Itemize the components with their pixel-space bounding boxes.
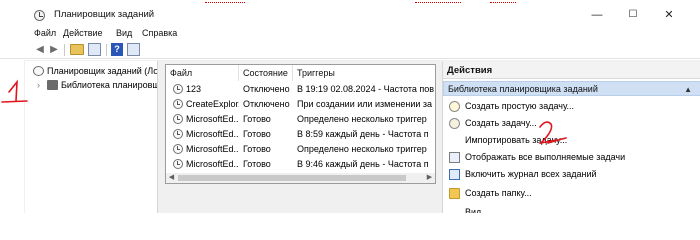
task-clock-icon: [173, 159, 183, 169]
folder-icon: [47, 80, 58, 90]
tree-item-library[interactable]: › Библиотека планировщ: [25, 78, 158, 92]
task-trigger: В 9:46 каждый день - Частота п: [297, 159, 429, 169]
section-label: Библиотека планировщика заданий: [448, 84, 598, 94]
task-list-icon: [449, 152, 460, 163]
table-row[interactable]: MicrosoftEd... Готово В 8:59 каждый день…: [166, 127, 435, 142]
maximize-button[interactable]: ☐: [622, 7, 644, 23]
scroll-right-icon[interactable]: ▶: [424, 173, 435, 183]
action-label: Импортировать задачу...: [465, 135, 568, 145]
task-name: MicrosoftEd...: [186, 114, 239, 124]
menu-action[interactable]: Действие: [63, 28, 103, 38]
console-tree: Планировщик заданий (Лок › Библиотека пл…: [25, 61, 158, 213]
minimize-button[interactable]: —: [586, 7, 608, 23]
table-row[interactable]: CreateExplor... Отключено При создании и…: [166, 97, 435, 112]
task-list: Файл Состояние Триггеры 123 Отключено В …: [165, 64, 436, 184]
task-name: MicrosoftEd...: [186, 144, 239, 154]
actions-pane: Действия Библиотека планировщика заданий…: [442, 62, 700, 213]
spellcheck-mark: [490, 0, 516, 3]
spellcheck-mark: [415, 0, 461, 3]
action-import-task[interactable]: Импортировать задачу...: [443, 133, 700, 148]
task-state: Готово: [243, 159, 271, 169]
window-title: Планировщик заданий: [54, 9, 155, 20]
menu-help[interactable]: Справка: [142, 28, 177, 38]
back-arrow-icon[interactable]: ◀: [33, 43, 47, 56]
title-bar: Планировщик заданий — ☐ ✕: [0, 4, 700, 24]
horizontal-scrollbar[interactable]: ◀ ▶: [165, 173, 436, 184]
tree-item-root[interactable]: Планировщик заданий (Лок: [25, 64, 158, 78]
scroll-left-icon[interactable]: ◀: [166, 173, 177, 183]
folder-up-icon[interactable]: [70, 44, 84, 55]
actions-section-library[interactable]: Библиотека планировщика заданий ▲: [443, 81, 700, 96]
action-label: Создать папку...: [465, 188, 532, 198]
toolbar: ◀ ▶ ?: [0, 41, 700, 59]
column-header-name[interactable]: Файл: [166, 65, 239, 81]
menu-file[interactable]: Файл: [34, 28, 56, 38]
task-clock-icon: [173, 114, 183, 124]
task-state: Готово: [243, 144, 271, 154]
clock-star-icon: [449, 101, 460, 112]
task-state: Готово: [243, 114, 271, 124]
action-label: Создать задачу...: [465, 118, 537, 128]
task-name: MicrosoftEd...: [186, 129, 239, 139]
task-trigger: В 8:59 каждый день - Частота п: [297, 129, 429, 139]
clock-gear-icon: [449, 118, 460, 129]
action-label: Отображать все выполняемые задачи: [465, 152, 626, 162]
tree-item-label: Библиотека планировщ: [61, 80, 158, 90]
action-label: Включить журнал всех заданий: [465, 169, 597, 179]
clock-icon: [33, 66, 44, 76]
action-create-basic-task[interactable]: Создать простую задачу...: [443, 99, 700, 114]
tree-item-label: Планировщик заданий (Лок: [47, 66, 158, 76]
table-row[interactable]: MicrosoftEd... Готово В 9:46 каждый день…: [166, 157, 435, 172]
action-new-folder[interactable]: Создать папку...: [443, 186, 700, 201]
task-trigger: Определено несколько триггер: [297, 114, 427, 124]
toolbar-separator: [64, 44, 65, 56]
task-trigger: Определено несколько триггер: [297, 144, 427, 154]
column-header-triggers[interactable]: Триггеры: [293, 65, 435, 81]
chevron-right-icon[interactable]: ›: [37, 78, 40, 92]
column-header-state[interactable]: Состояние: [239, 65, 293, 81]
forward-arrow-icon[interactable]: ▶: [47, 43, 61, 56]
action-create-task[interactable]: Создать задачу...: [443, 116, 700, 131]
table-row[interactable]: 123 Отключено В 19:19 02.08.2024 - Часто…: [166, 82, 435, 97]
spellcheck-mark: [205, 0, 245, 3]
task-name: CreateExplor...: [186, 99, 239, 109]
task-trigger: При создании или изменении за: [297, 99, 433, 109]
action-label: Создать простую задачу...: [465, 101, 575, 111]
task-state: Отключено: [243, 99, 290, 109]
task-state: Готово: [243, 129, 271, 139]
action-enable-history[interactable]: Включить журнал всех заданий: [443, 167, 700, 182]
task-name: 123: [186, 84, 202, 94]
handwritten-one-stroke: [8, 79, 18, 102]
action-display-running-tasks[interactable]: Отображать все выполняемые задачи: [443, 150, 700, 165]
toolbar-separator: [106, 44, 107, 56]
task-clock-icon: [173, 144, 183, 154]
scrollbar-thumb[interactable]: [178, 175, 406, 181]
menu-view[interactable]: Вид: [116, 28, 132, 38]
table-row[interactable]: MicrosoftEd... Готово Определено несколь…: [166, 112, 435, 127]
task-clock-icon: [173, 129, 183, 139]
task-name: MicrosoftEd...: [186, 159, 239, 169]
task-clock-icon: [173, 84, 183, 94]
log-icon: [449, 169, 460, 180]
task-scheduler-icon: [34, 10, 45, 21]
table-row[interactable]: MicrosoftEd... Готово Определено несколь…: [166, 142, 435, 157]
actions-header: Действия: [443, 62, 700, 79]
action-view[interactable]: Вид: [443, 205, 700, 213]
show-action-pane-icon[interactable]: [127, 43, 140, 56]
menu-bar: Файл Действие Вид Справка: [0, 25, 700, 41]
folder-icon: [449, 188, 460, 199]
help-icon[interactable]: ?: [111, 43, 123, 56]
action-label: Вид: [465, 207, 482, 213]
close-button[interactable]: ✕: [658, 7, 680, 23]
task-clock-icon: [173, 99, 183, 109]
collapse-up-icon[interactable]: ▲: [684, 82, 692, 97]
show-hide-console-tree-icon[interactable]: [88, 43, 101, 56]
task-state: Отключено: [243, 84, 290, 94]
task-trigger: В 19:19 02.08.2024 - Частота пов: [297, 84, 435, 94]
